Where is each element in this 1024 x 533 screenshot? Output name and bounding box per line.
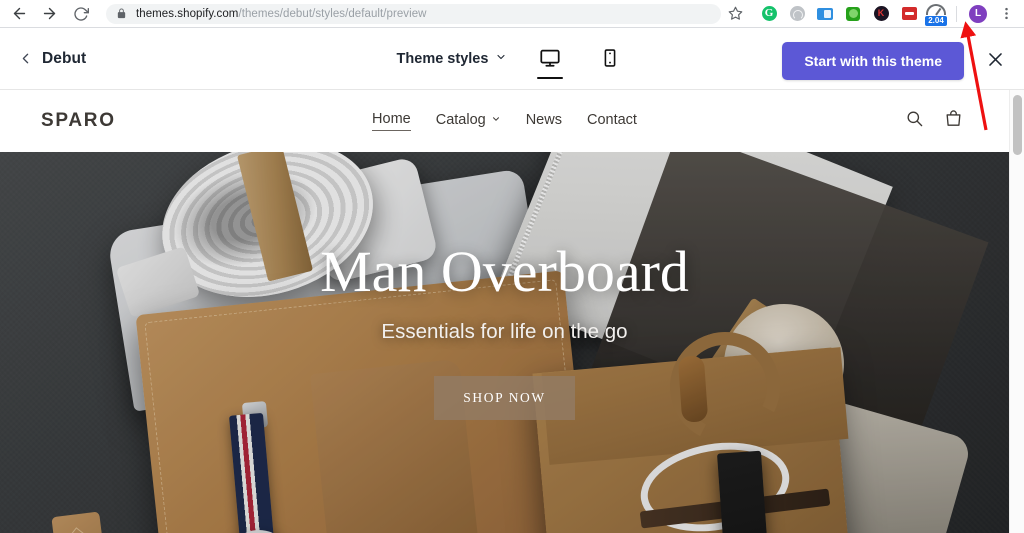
nav-link-home[interactable]: Home xyxy=(372,111,411,131)
mobile-preview-toggle[interactable] xyxy=(593,38,627,80)
nav-link-contact[interactable]: Contact xyxy=(587,112,637,131)
forward-arrow-icon[interactable] xyxy=(36,1,62,27)
nav-link-catalog-label: Catalog xyxy=(435,111,486,128)
theme-styles-label: Theme styles xyxy=(396,51,489,67)
hero-content: Man Overboard Essentials for life on the… xyxy=(0,152,1009,533)
browser-chrome: themes.shopify.com/themes/debut/styles/d… xyxy=(0,0,1024,28)
spiral-extension-glyph xyxy=(789,6,805,21)
speed-meter-extension-icon[interactable]: 2.04 xyxy=(925,3,947,26)
desktop-icon xyxy=(539,47,561,74)
start-with-this-theme-button[interactable]: Start with this theme xyxy=(782,42,964,80)
lock-icon xyxy=(116,7,127,20)
chevron-down-icon xyxy=(491,112,501,128)
nav-link-news[interactable]: News xyxy=(526,112,562,131)
store-preview-frame: SPARO Home Catalog News Contact Man Over… xyxy=(0,90,1009,533)
kami-extension-glyph: K xyxy=(873,6,889,21)
nav-link-contact-label: Contact xyxy=(586,111,637,128)
chevron-left-icon[interactable] xyxy=(12,46,38,72)
page-scrollbar[interactable] xyxy=(1009,90,1024,533)
store-nav: Home Catalog News Contact xyxy=(0,111,1009,131)
address-bar-url: themes.shopify.com/themes/debut/styles/d… xyxy=(136,7,427,20)
red-recorder-extension-icon[interactable] xyxy=(897,2,921,26)
page-scrollbar-thumb[interactable] xyxy=(1013,95,1022,155)
address-bar[interactable]: themes.shopify.com/themes/debut/styles/d… xyxy=(106,3,721,24)
hero-title: Man Overboard xyxy=(320,239,689,305)
star-outline-icon[interactable] xyxy=(723,2,747,26)
back-arrow-icon[interactable] xyxy=(6,1,32,27)
theme-preview-bar: Debut Theme styles Start with this theme xyxy=(0,28,1024,90)
theme-styles-dropdown[interactable]: Theme styles xyxy=(397,51,508,67)
reload-icon[interactable] xyxy=(68,1,94,27)
nav-link-catalog[interactable]: Catalog xyxy=(436,112,501,131)
kebab-menu-icon[interactable] xyxy=(994,2,1018,26)
hero-banner: Man Overboard Essentials for life on the… xyxy=(0,152,1009,533)
desktop-active-indicator xyxy=(537,76,564,79)
shop-now-button[interactable]: SHOP NOW xyxy=(434,375,575,420)
grammarly-extension-icon[interactable]: G xyxy=(757,2,781,26)
toolbar-divider xyxy=(956,5,957,22)
nav-link-news-label: News xyxy=(525,111,562,128)
green-shield-extension-glyph xyxy=(846,6,860,21)
store-header: SPARO Home Catalog News Contact xyxy=(0,90,1009,152)
theme-name: Debut xyxy=(42,49,87,67)
blue-tag-extension-glyph xyxy=(817,7,833,20)
profile-avatar-initial: L xyxy=(969,4,987,23)
profile-avatar[interactable]: L xyxy=(966,2,990,26)
desktop-preview-toggle[interactable] xyxy=(533,38,567,80)
mobile-icon xyxy=(600,48,620,73)
blue-tag-extension-icon[interactable] xyxy=(813,2,837,26)
close-x-icon[interactable] xyxy=(984,48,1006,70)
red-recorder-extension-glyph xyxy=(901,7,917,20)
spiral-extension-icon[interactable] xyxy=(785,2,809,26)
green-shield-extension-icon[interactable] xyxy=(841,2,865,26)
speed-meter-badge: 2.04 xyxy=(925,15,947,26)
grammarly-extension-glyph: G xyxy=(761,6,777,21)
kami-extension-icon[interactable]: K xyxy=(869,2,893,26)
browser-toolbar-actions: G K 2.04 L xyxy=(721,2,1024,26)
nav-link-home-label: Home xyxy=(372,111,411,127)
hero-subtitle: Essentials for life on the go xyxy=(381,319,628,343)
chevron-down-icon xyxy=(495,51,507,67)
